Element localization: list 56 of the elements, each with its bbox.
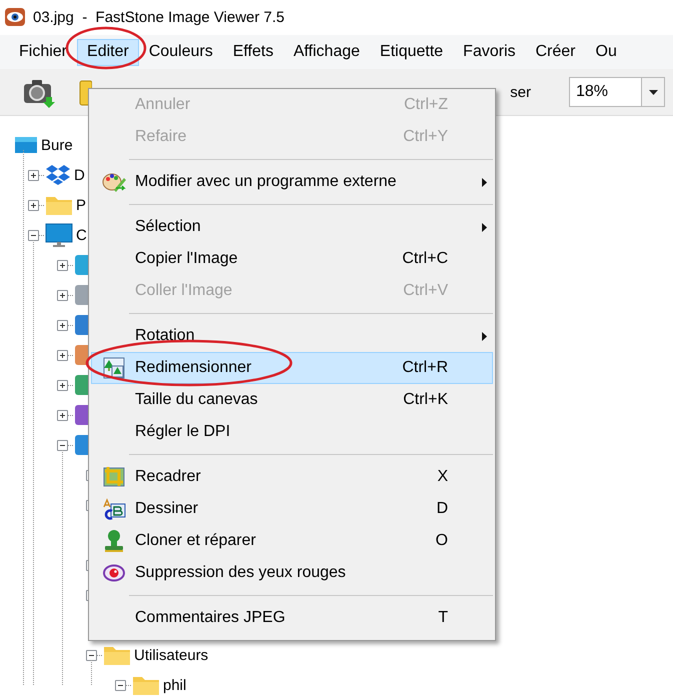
menu-item[interactable]: Affichage (283, 38, 370, 66)
app-logo-icon (4, 6, 26, 28)
menu-item[interactable]: Effets (222, 38, 284, 66)
menu-item[interactable]: Couleurs (138, 38, 223, 66)
menu-option[interactable]: Cloner et réparer O (91, 525, 493, 557)
expand-toggle[interactable] (57, 410, 68, 420)
draw-icon (102, 498, 126, 520)
tree-item-label[interactable]: Bure (41, 136, 73, 154)
stamp-icon (102, 529, 124, 553)
boxes-icon (45, 164, 71, 186)
zoom-field[interactable]: 18% (569, 77, 641, 107)
caret-icon (648, 90, 658, 94)
menu-option[interactable]: Suppression des yeux rouges (91, 557, 493, 589)
menu-item[interactable]: Etiquette (370, 38, 454, 66)
collapse-toggle[interactable] (57, 440, 68, 450)
menu-option[interactable]: Dessiner D (91, 493, 493, 525)
menu-item[interactable]: Editer (77, 38, 139, 66)
tree-item-label[interactable]: phil (163, 676, 186, 694)
folder-icon (132, 674, 160, 696)
expand-toggle[interactable] (28, 200, 39, 210)
menu-option[interactable]: Régler le DPI (91, 416, 493, 448)
tree-item-label[interactable]: D (74, 166, 85, 184)
menu-option[interactable]: Copier l'Image Ctrl+C (91, 243, 493, 275)
folder-icon (45, 194, 73, 216)
tree-item-label[interactable]: P (76, 196, 86, 214)
expand-toggle[interactable] (57, 290, 68, 300)
menu-option[interactable]: Recadrer X (91, 461, 493, 493)
palette-icon (102, 171, 126, 193)
menu-item[interactable]: Créer (526, 38, 586, 66)
resize-icon (102, 357, 124, 379)
collapse-toggle[interactable] (86, 650, 97, 660)
expand-toggle[interactable] (57, 350, 68, 360)
menu-option[interactable]: Sélection (91, 211, 493, 243)
menu-option[interactable]: Commentaires JPEG T (91, 602, 493, 634)
tree-item-label[interactable]: C (76, 226, 87, 244)
tree-item-label[interactable]: Utilisateurs (134, 646, 208, 664)
expand-toggle[interactable] (57, 320, 68, 330)
expand-toggle[interactable] (57, 260, 68, 270)
menu-item[interactable]: Favoris (453, 38, 526, 66)
window-title: 03.jpg - FastStone Image Viewer 7.5 (33, 8, 285, 26)
menu-option[interactable]: Modifier avec un programme externe (91, 166, 493, 198)
collapse-toggle[interactable] (28, 230, 39, 240)
dropdown-button[interactable] (641, 77, 665, 107)
expand-toggle[interactable] (57, 380, 68, 390)
folder-icon (103, 644, 131, 666)
expand-toggle[interactable] (28, 170, 39, 180)
eye-icon (102, 563, 126, 583)
desktop-icon (14, 135, 38, 155)
menu-item[interactable]: Ou (586, 38, 627, 66)
menu-option[interactable]: Rotation (91, 320, 493, 352)
toolbar-label: ser (510, 84, 531, 100)
collapse-toggle[interactable] (115, 680, 126, 690)
menu-option[interactable]: Taille du canevas Ctrl+K (91, 384, 493, 416)
crop-icon (102, 466, 126, 488)
menu-item[interactable]: Fichier (9, 38, 78, 66)
menu-option[interactable]: Redimensionner Ctrl+R (91, 352, 493, 384)
